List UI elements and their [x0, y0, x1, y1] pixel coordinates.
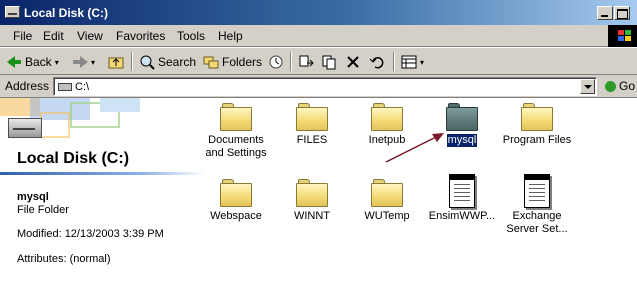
forward-button[interactable]: ▾ [72, 54, 95, 70]
file-exchange-server-setup[interactable]: Exchange Server Set... [494, 174, 580, 236]
menu-view[interactable]: View [77, 29, 103, 43]
folder-icon [371, 178, 403, 208]
up-folder-icon [108, 54, 124, 70]
attributes: Attributes: (normal) [17, 253, 111, 265]
drive-icon [58, 83, 72, 91]
copy-to-icon [321, 54, 337, 70]
folder-wutemp[interactable]: WUTemp [344, 178, 430, 223]
window-title: Local Disk (C:) [24, 6, 109, 20]
search-label: Search [158, 55, 197, 69]
folder-documents-and-settings[interactable]: Documents and Settings [193, 102, 279, 160]
item-label: Program Files [502, 134, 572, 146]
address-label: Address [5, 79, 50, 93]
move-to-icon [298, 54, 314, 70]
file-ensimwwp[interactable]: EnsimWWP... [419, 174, 505, 223]
item-label: Exchange Server Set... [506, 210, 568, 235]
item-label: WUTemp [364, 210, 410, 222]
address-dropdown-button[interactable] [580, 79, 595, 94]
toolbar-separator [290, 52, 292, 71]
copy-to-button[interactable] [321, 54, 337, 70]
search-button[interactable]: Search [139, 54, 196, 70]
drive-icon [8, 118, 42, 138]
selected-item-name: mysql [17, 191, 49, 203]
folder-files[interactable]: FILES [269, 102, 355, 147]
delete-button[interactable] [345, 54, 361, 70]
drive-icon [5, 6, 20, 18]
up-button[interactable] [108, 54, 124, 70]
minimize-button[interactable] [597, 6, 613, 20]
folder-icon [521, 102, 553, 132]
delete-icon [345, 54, 361, 70]
views-button[interactable]: ▾ [401, 54, 424, 70]
back-label: Back [25, 55, 52, 69]
folder-program-files[interactable]: Program Files [494, 102, 580, 147]
title-bar: Local Disk (C:) [0, 0, 637, 25]
toolbar: Back ▾ ▾ Search Folders ▾ [0, 47, 637, 75]
toolbar-separator [393, 52, 395, 71]
move-to-button[interactable] [298, 54, 314, 70]
folder-icon [220, 102, 252, 132]
folder-webspace[interactable]: Webspace [193, 178, 279, 223]
history-button[interactable] [268, 54, 284, 70]
go-label: Go [619, 79, 636, 93]
search-icon [139, 54, 155, 70]
chevron-down-icon[interactable]: ▾ [420, 58, 424, 67]
maximize-button[interactable] [614, 6, 630, 20]
folders-button[interactable]: Folders [203, 54, 262, 70]
undo-button[interactable] [369, 54, 385, 70]
back-arrow-icon [6, 54, 22, 70]
menu-help[interactable]: Help [218, 29, 243, 43]
item-label: Webspace [210, 210, 262, 222]
go-arrow-icon [605, 81, 616, 92]
details-pane: Local Disk (C:) mysql File Folder Modifi… [0, 98, 205, 287]
windows-logo-icon [608, 25, 637, 47]
modified-date: Modified: 12/13/2003 3:39 PM [17, 228, 164, 240]
chevron-down-icon[interactable]: ▾ [55, 58, 59, 67]
undo-icon [369, 54, 385, 70]
folder-icon [220, 178, 252, 208]
content-area: Local Disk (C:) mysql File Folder Modifi… [0, 98, 637, 287]
item-label: Documents and Settings [205, 134, 267, 159]
panel-title: Local Disk (C:) [17, 150, 130, 167]
folder-icon [296, 102, 328, 132]
item-label: WINNT [293, 210, 331, 222]
menu-edit[interactable]: Edit [43, 29, 64, 43]
history-icon [268, 54, 284, 70]
forward-arrow-icon [72, 54, 88, 70]
folders-icon [203, 54, 219, 70]
menu-favorites[interactable]: Favorites [116, 29, 165, 43]
item-label: EnsimWWP... [428, 210, 496, 222]
document-icon [449, 174, 475, 208]
menu-tools[interactable]: Tools [177, 29, 205, 43]
address-input[interactable]: C:\ [53, 77, 597, 96]
address-value: C:\ [75, 81, 90, 93]
banner-graphic [0, 98, 205, 148]
chevron-down-icon[interactable]: ▾ [91, 58, 95, 67]
item-label: mysql [446, 134, 478, 147]
go-button[interactable]: Go [605, 79, 635, 93]
selected-item-type: File Folder [17, 204, 69, 216]
address-bar: Address C:\ Go [0, 75, 637, 98]
menu-bar: File Edit View Favorites Tools Help [0, 25, 637, 47]
item-label: FILES [296, 134, 328, 146]
folder-winnt[interactable]: WINNT [269, 178, 355, 223]
folder-icon [296, 178, 328, 208]
menu-file[interactable]: File [13, 29, 32, 43]
folder-icon [446, 102, 478, 132]
annotation-arrow [385, 133, 444, 163]
back-button[interactable]: Back ▾ [6, 54, 59, 70]
divider [0, 172, 205, 175]
folders-label: Folders [222, 55, 263, 69]
toolbar-separator [131, 52, 133, 71]
views-icon [401, 54, 417, 70]
document-icon [524, 174, 550, 208]
